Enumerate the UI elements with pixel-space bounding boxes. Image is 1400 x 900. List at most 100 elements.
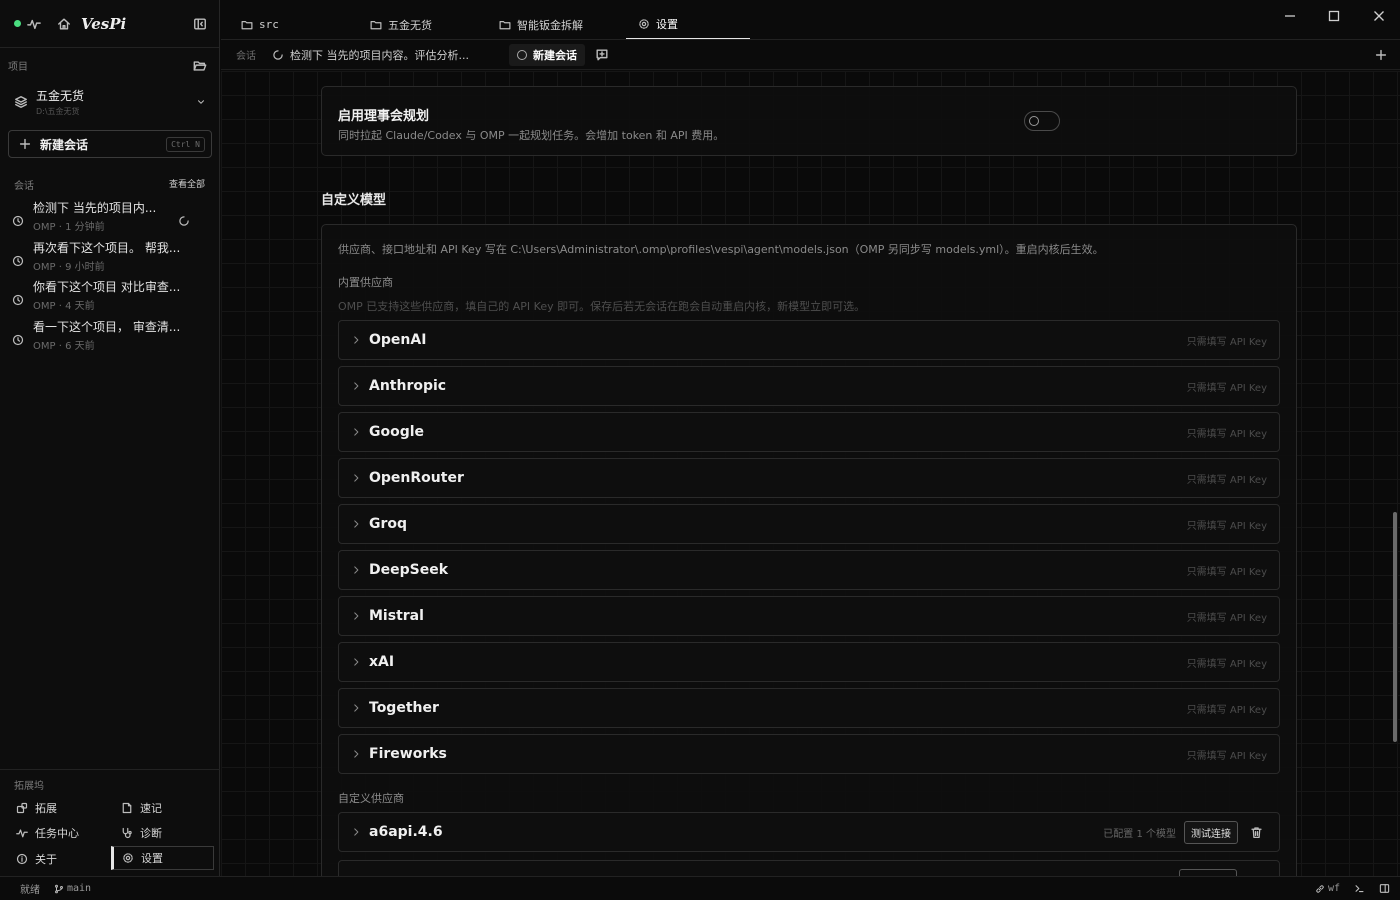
chat-item[interactable]: 检测下 当先的项目内... OMP · 1 分钟前 <box>12 199 212 235</box>
provider-row-openai[interactable]: OpenAI 只需填写 API Key <box>338 320 1280 360</box>
chat-item[interactable]: 再次看下这个项目。 帮我... OMP · 9 小时前 <box>12 239 212 275</box>
council-title: 启用理事会规划 <box>338 109 430 124</box>
provider-row-anthropic[interactable]: Anthropic 只需填写 API Key <box>338 366 1280 406</box>
custom-provider-row-partial[interactable] <box>338 860 1280 876</box>
custom-provider-row[interactable]: a6api.4.6 已配置 1 个模型 测试连接 <box>338 812 1280 852</box>
provider-name: a6api.4.6 <box>369 824 443 840</box>
chat-title: 检测下 当先的项目内... <box>33 201 157 215</box>
project-selector[interactable]: 五金无货 D:\五金无货 <box>0 82 220 122</box>
add-tab-icon[interactable] <box>1374 48 1388 62</box>
chat-item[interactable]: 看一下这个项目， 审查清... OMP · 6 天前 <box>12 318 212 354</box>
puzzle-icon <box>16 802 28 814</box>
chat-item[interactable]: 你看下这个项目 对比审查... OMP · 4 天前 <box>12 278 212 314</box>
stethoscope-icon <box>121 827 133 839</box>
provider-name: OpenAI <box>369 332 427 348</box>
new-chat-label: 新建会话 <box>40 137 89 152</box>
tab-sheetmetal[interactable]: 智能钣金拆解 <box>487 10 622 39</box>
activity-icon <box>16 827 28 839</box>
tab-settings[interactable]: 设置 <box>626 10 750 39</box>
settings-panel: 启用理事会规划 同时拉起 Claude/Codex 与 OMP 一起规划任务。会… <box>221 71 1400 876</box>
ext-diagnostics-button[interactable]: 诊断 <box>121 825 162 841</box>
ext-extensions-button[interactable]: 拓展 <box>16 800 57 816</box>
tab-label: 智能钣金拆解 <box>517 18 583 32</box>
chevron-right-icon <box>351 703 361 713</box>
project-path: D:\五金无货 <box>36 107 80 116</box>
provider-name: DeepSeek <box>369 562 449 578</box>
ext-notes-button[interactable]: 速记 <box>121 800 162 816</box>
provider-hint: 只需填写 API Key <box>1186 566 1267 578</box>
home-icon[interactable] <box>57 17 71 31</box>
terminal-icon[interactable] <box>1354 883 1365 894</box>
new-chat-button[interactable]: 新建会话 Ctrl N <box>8 130 212 158</box>
provider-hint: 只需填写 API Key <box>1186 428 1267 440</box>
maximize-icon[interactable] <box>1328 10 1348 30</box>
trash-icon[interactable] <box>1250 826 1263 839</box>
ext-task-center-button[interactable]: 任务中心 <box>16 825 79 841</box>
new-session-icon[interactable] <box>595 48 609 62</box>
connection-status-dot <box>14 20 21 27</box>
open-folder-icon[interactable] <box>193 59 207 73</box>
provider-name: Groq <box>369 516 408 532</box>
close-icon[interactable] <box>1373 10 1393 30</box>
idle-circle-icon <box>517 49 527 60</box>
scrollbar-thumb[interactable] <box>1393 512 1397 742</box>
sidebar-toggle-icon[interactable] <box>193 17 207 31</box>
chat-title: 看一下这个项目， 审查清... <box>33 320 181 334</box>
provider-row-xai[interactable]: xAI 只需填写 API Key <box>338 642 1280 682</box>
ext-label: 诊断 <box>140 827 162 840</box>
provider-row-deepseek[interactable]: DeepSeek 只需填写 API Key <box>338 550 1280 590</box>
sidebar: VesPi 项目 五金无货 D:\五金无货 新建会话 Ctrl N 会话 查看全… <box>0 0 220 876</box>
tab-src[interactable]: src <box>229 10 353 39</box>
builtin-providers-label: 内置供应商 <box>338 276 393 289</box>
test-connection-button-partial[interactable] <box>1179 869 1237 876</box>
scrollbar-track[interactable] <box>1390 72 1398 874</box>
panel-toggle-icon[interactable] <box>1379 883 1390 894</box>
tab-label: 五金无货 <box>388 18 432 32</box>
chats-label: 会话 <box>14 181 34 192</box>
provider-hint: 只需填写 API Key <box>1186 704 1267 716</box>
chat-title: 你看下这个项目 对比审查... <box>33 280 181 294</box>
provider-hint: 只需填写 API Key <box>1186 750 1267 762</box>
link-icon <box>1315 884 1325 894</box>
ext-about-button[interactable]: 关于 <box>16 851 57 867</box>
provider-row-together[interactable]: Together 只需填写 API Key <box>338 688 1280 728</box>
session-tab-active[interactable]: 新建会话 <box>509 43 585 66</box>
chevron-right-icon <box>351 381 361 391</box>
ext-settings-button[interactable]: 设置 <box>111 846 214 870</box>
provider-row-mistral[interactable]: Mistral 只需填写 API Key <box>338 596 1280 636</box>
loading-spinner-icon <box>178 207 190 235</box>
chevron-right-icon <box>351 473 361 483</box>
gear-icon <box>638 18 650 30</box>
activity-icon[interactable] <box>27 17 41 31</box>
provider-row-openrouter[interactable]: OpenRouter 只需填写 API Key <box>338 458 1280 498</box>
folder-icon <box>499 19 511 31</box>
clock-icon <box>12 286 24 314</box>
provider-status: 已配置 1 个模型 <box>1103 828 1176 840</box>
provider-name: Mistral <box>369 608 424 624</box>
plus-icon <box>18 137 32 151</box>
extensions-divider <box>0 769 220 770</box>
chevron-right-icon <box>351 519 361 529</box>
project-name: 五金无货 <box>36 89 85 103</box>
minimize-icon[interactable] <box>1284 10 1304 30</box>
provider-row-groq[interactable]: Groq 只需填写 API Key <box>338 504 1280 544</box>
provider-row-google[interactable]: Google 只需填写 API Key <box>338 412 1280 452</box>
tab-project[interactable]: 五金无货 <box>358 10 482 39</box>
provider-name: xAI <box>369 654 395 670</box>
chat-meta: OMP · 4 天前 <box>33 301 95 312</box>
git-branch-name[interactable]: main <box>67 883 91 894</box>
tab-bar: src 五金无货 智能钣金拆解 设置 <box>221 0 1400 40</box>
chevron-right-icon <box>351 611 361 621</box>
user-name[interactable]: wf <box>1328 883 1340 894</box>
provider-name: OpenRouter <box>369 470 464 486</box>
council-toggle[interactable] <box>1024 111 1060 131</box>
view-all-link[interactable]: 查看全部 <box>169 177 205 192</box>
council-description: 同时拉起 Claude/Codex 与 OMP 一起规划任务。会增加 token… <box>338 129 725 142</box>
test-connection-button[interactable]: 测试连接 <box>1184 820 1238 844</box>
council-planning-card: 启用理事会规划 同时拉起 Claude/Codex 与 OMP 一起规划任务。会… <box>321 86 1297 156</box>
session-tab[interactable]: 检测下 当先的项目内容。评估分析... <box>272 47 469 63</box>
ext-label: 设置 <box>141 852 163 865</box>
clock-icon <box>12 207 24 235</box>
provider-row-fireworks[interactable]: Fireworks 只需填写 API Key <box>338 734 1280 774</box>
session-bar-label: 会话 <box>236 51 256 62</box>
